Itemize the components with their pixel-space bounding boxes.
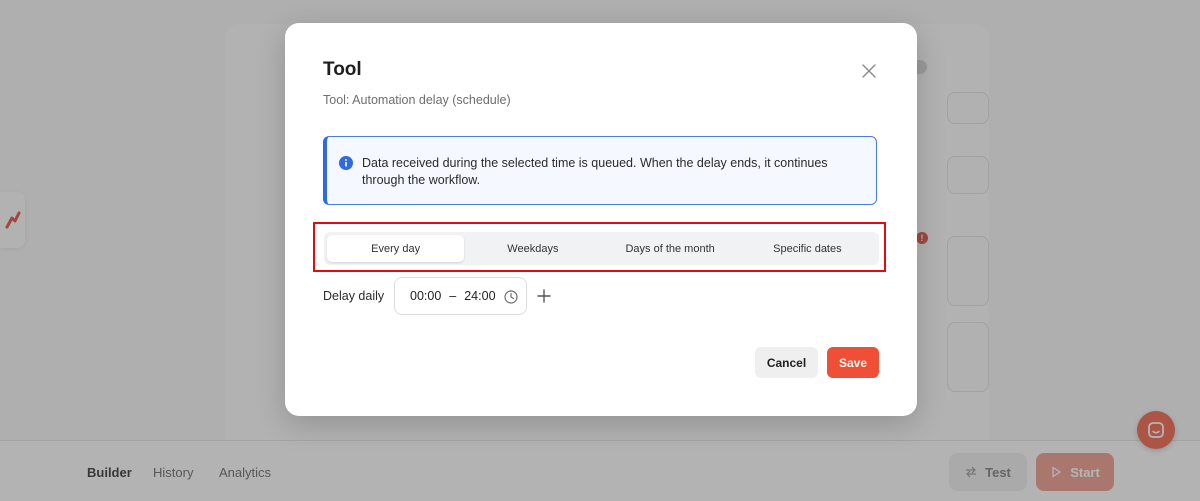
cancel-button[interactable]: Cancel: [755, 347, 818, 378]
info-banner-text: Data received during the selected time i…: [362, 156, 828, 187]
close-button[interactable]: [859, 61, 879, 81]
start-time-value[interactable]: 00:00: [410, 289, 441, 303]
tab-weekdays[interactable]: Weekdays: [464, 235, 601, 262]
info-banner: Data received during the selected time i…: [323, 136, 877, 205]
add-time-range-button[interactable]: [534, 286, 554, 306]
info-icon: [339, 156, 353, 170]
tab-every-day[interactable]: Every day: [327, 235, 465, 262]
dialog-title: Tool: [323, 59, 362, 80]
tab-specific-dates[interactable]: Specific dates: [739, 235, 876, 262]
dialog-subtitle: Tool: Automation delay (schedule): [323, 93, 511, 107]
time-range-input[interactable]: 00:00 – 24:00: [394, 277, 527, 315]
tool-dialog: Tool Tool: Automation delay (schedule) D…: [285, 23, 917, 416]
clock-icon[interactable]: [504, 290, 518, 304]
time-separator: –: [449, 289, 457, 303]
close-icon: [862, 64, 876, 78]
schedule-type-tabs: Every day Weekdays Days of the month Spe…: [324, 232, 879, 265]
end-time-value[interactable]: 24:00: [464, 289, 495, 303]
plus-icon: [537, 289, 551, 303]
tab-days-of-month[interactable]: Days of the month: [602, 235, 739, 262]
save-button[interactable]: Save: [827, 347, 879, 378]
delay-daily-label: Delay daily: [323, 289, 385, 303]
